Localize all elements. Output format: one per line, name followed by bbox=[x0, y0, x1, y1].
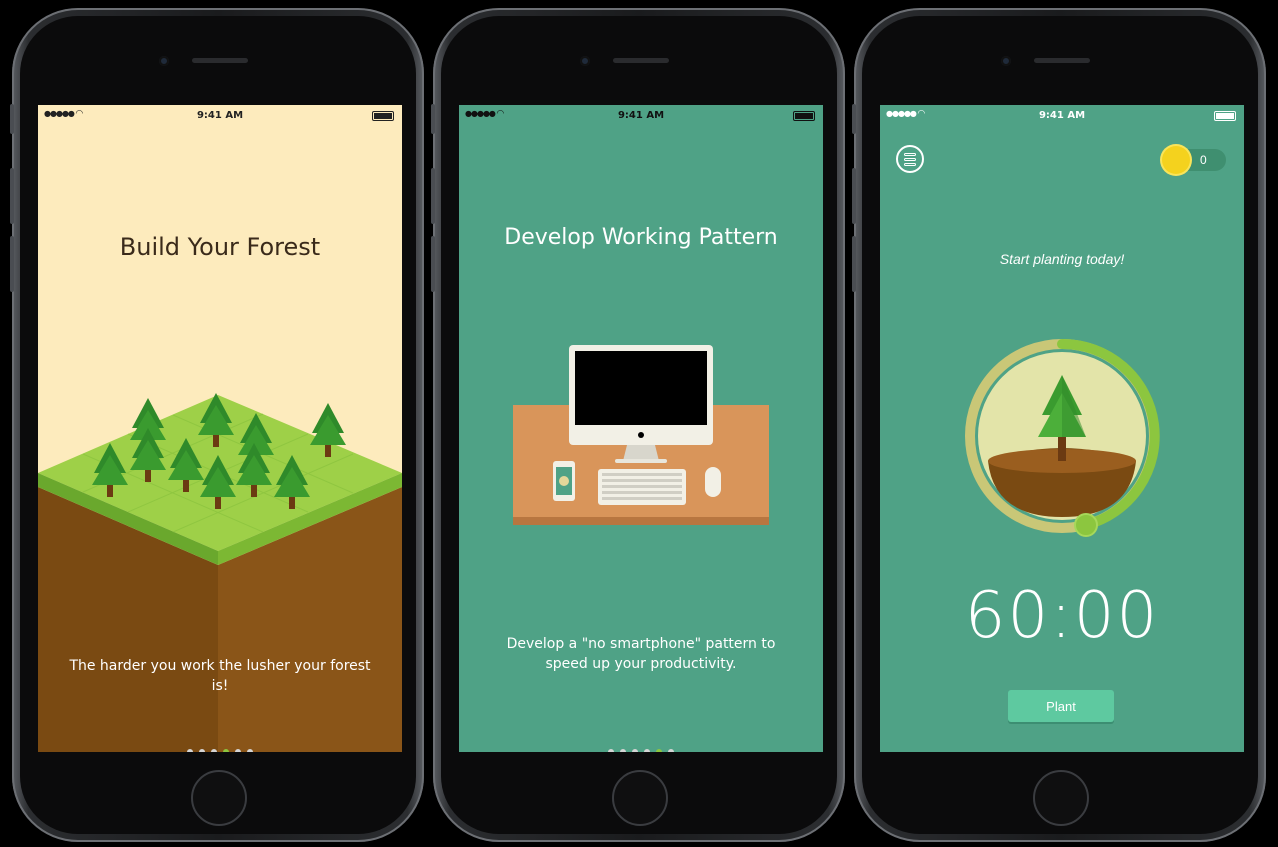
home-button[interactable] bbox=[1033, 770, 1089, 826]
volume-down-button bbox=[431, 236, 435, 292]
page-dot[interactable] bbox=[608, 749, 614, 752]
page-dot-active[interactable] bbox=[656, 749, 662, 752]
page-dot[interactable] bbox=[620, 749, 626, 752]
mute-switch bbox=[10, 104, 14, 134]
page-indicator[interactable] bbox=[459, 740, 823, 752]
onboarding-caption: Develop a "no smartphone" pattern to spe… bbox=[506, 636, 776, 672]
front-camera bbox=[580, 56, 590, 66]
countdown-timer: 60:00 bbox=[964, 579, 1160, 653]
page-indicator[interactable] bbox=[38, 740, 402, 752]
onboarding-caption: The harder you work the lusher your fore… bbox=[69, 658, 371, 694]
page-dot[interactable] bbox=[235, 749, 241, 752]
plant-button[interactable]: Plant bbox=[1008, 690, 1114, 722]
page-dot[interactable] bbox=[644, 749, 650, 752]
volume-up-button bbox=[431, 168, 435, 224]
phone-frame-1: ●●●●● ◠ 9:41 AM Build Your Forest The ha… bbox=[10, 8, 424, 842]
forest-illustration bbox=[38, 393, 402, 752]
onboarding-screen-working-pattern: ●●●●●◠ 9:41 AM Develop Working Pattern bbox=[459, 105, 823, 752]
phone-frame-2: ●●●●●◠ 9:41 AM Develop Working Pattern bbox=[431, 8, 845, 842]
smartphone-icon bbox=[553, 461, 575, 501]
volume-down-button bbox=[852, 236, 856, 292]
volume-up-button bbox=[10, 168, 14, 224]
page-dot[interactable] bbox=[199, 749, 205, 752]
mute-switch bbox=[431, 104, 435, 134]
earpiece-speaker bbox=[192, 58, 248, 63]
mute-switch bbox=[852, 104, 856, 134]
timer-screen: ●●●●●◠ 9:41 AM 0 Start planting today! bbox=[880, 105, 1244, 752]
page-dot[interactable] bbox=[247, 749, 253, 752]
page-dot[interactable] bbox=[211, 749, 217, 752]
tree-timer-dial[interactable] bbox=[880, 105, 1244, 752]
home-button[interactable] bbox=[612, 770, 668, 826]
page-dot[interactable] bbox=[187, 749, 193, 752]
page-dot[interactable] bbox=[632, 749, 638, 752]
phone-frame-3: ●●●●●◠ 9:41 AM 0 Start planting today! bbox=[852, 8, 1266, 842]
front-camera bbox=[159, 56, 169, 66]
volume-down-button bbox=[10, 236, 14, 292]
mouse-icon bbox=[705, 467, 721, 497]
volume-up-button bbox=[852, 168, 856, 224]
page-dot-active[interactable] bbox=[223, 749, 229, 752]
onboarding-screen-forest: ●●●●● ◠ 9:41 AM Build Your Forest The ha… bbox=[38, 105, 402, 752]
page-dot[interactable] bbox=[668, 749, 674, 752]
earpiece-speaker bbox=[613, 58, 669, 63]
keyboard-icon bbox=[598, 469, 686, 505]
home-button[interactable] bbox=[191, 770, 247, 826]
earpiece-speaker bbox=[1034, 58, 1090, 63]
front-camera bbox=[1001, 56, 1011, 66]
timer-handle bbox=[1074, 513, 1098, 537]
